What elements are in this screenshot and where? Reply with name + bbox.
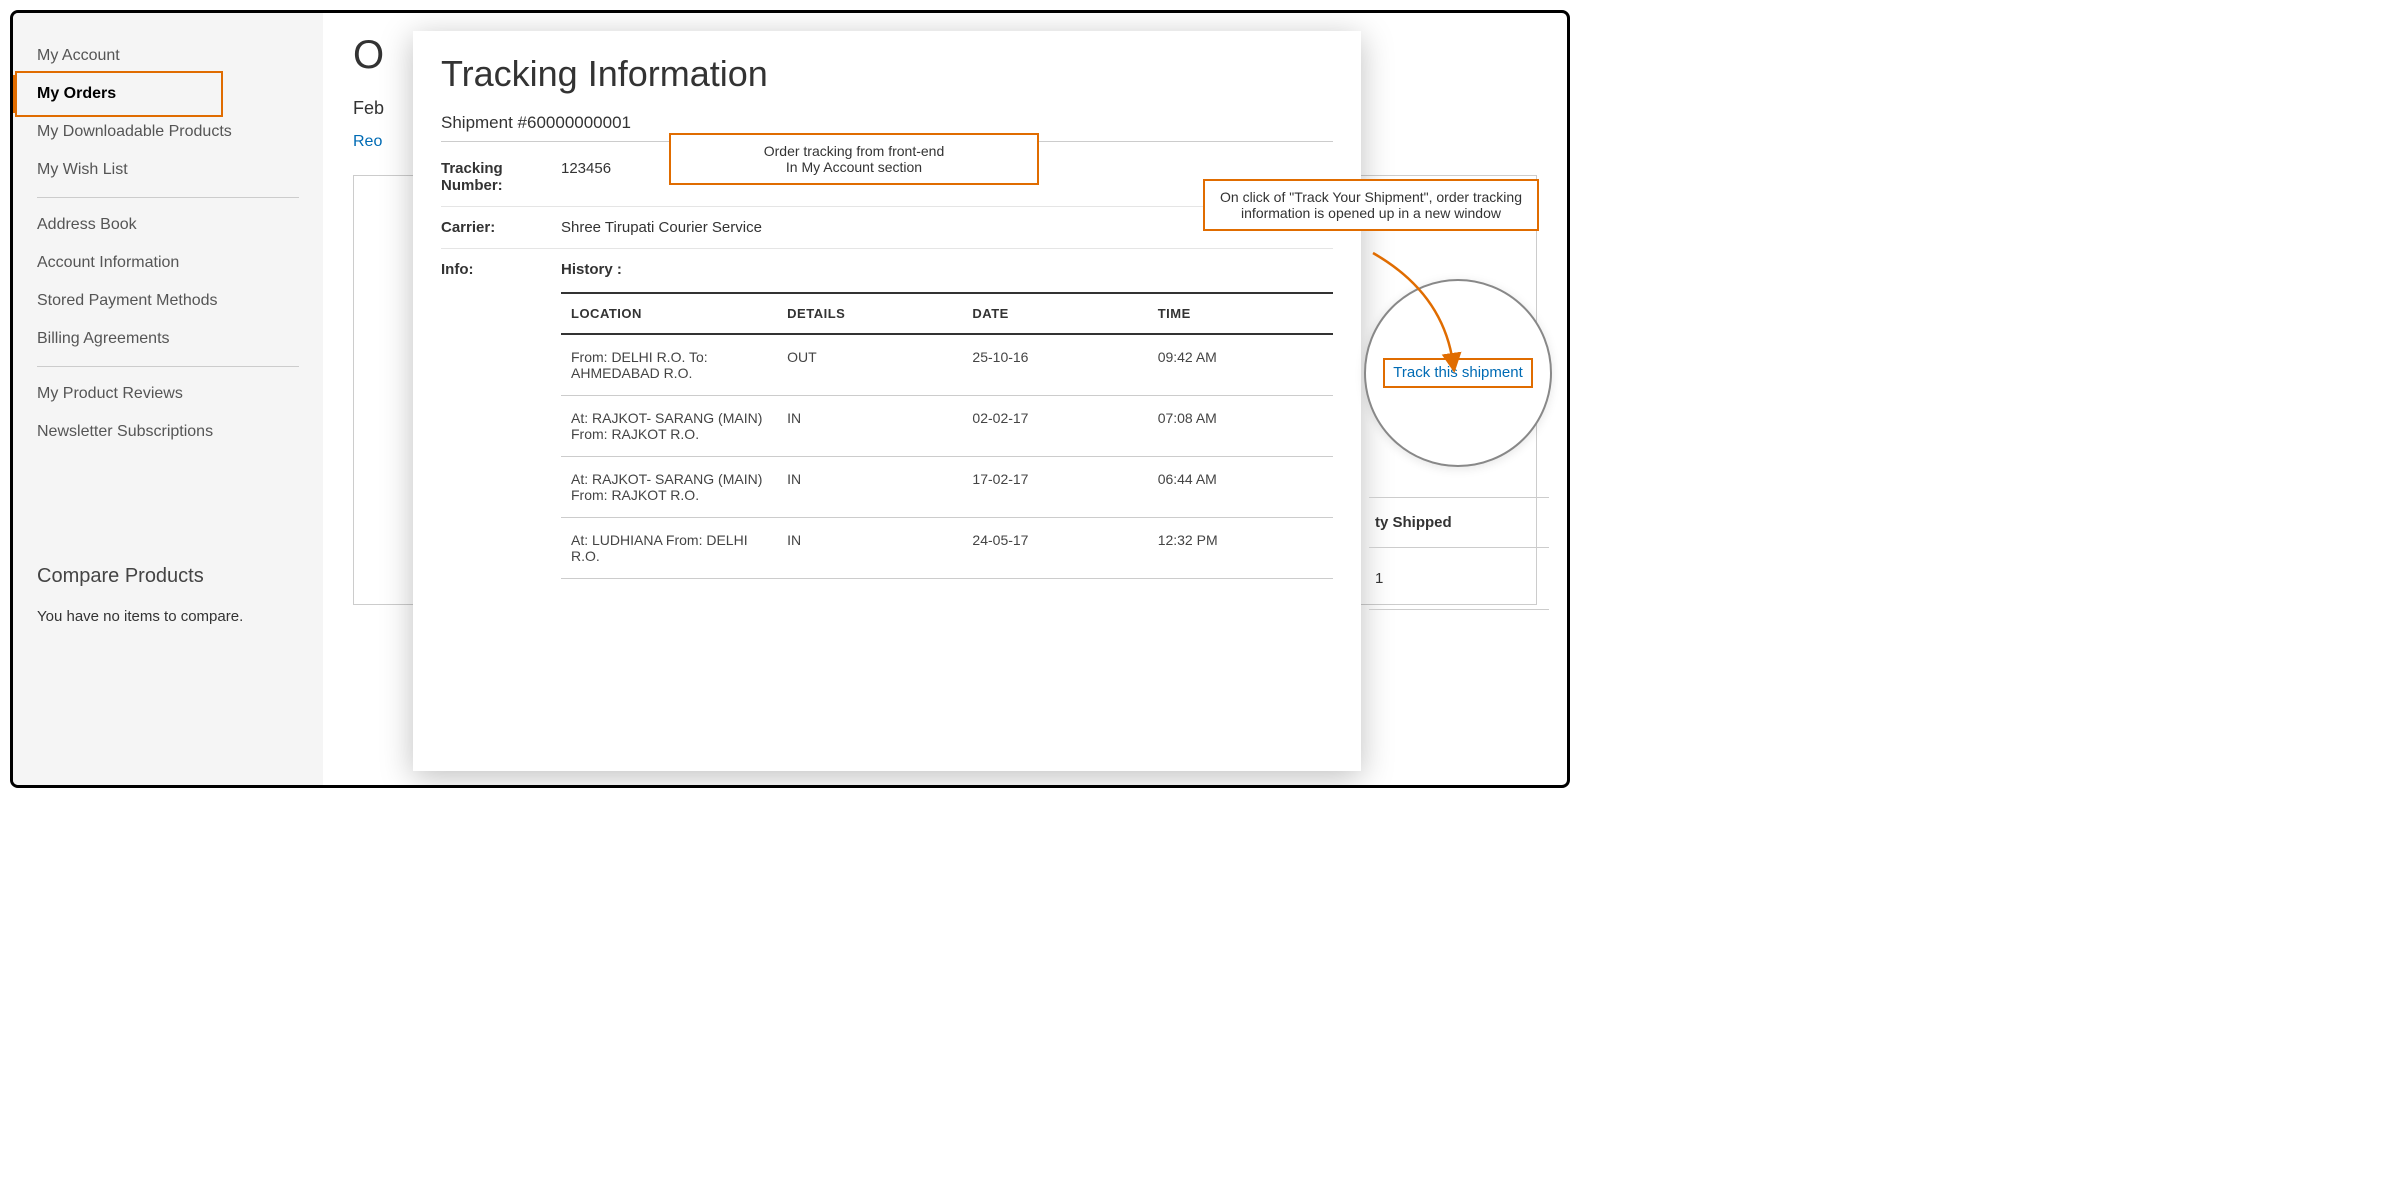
history-cell-date: 25-10-16 <box>962 334 1147 396</box>
track-shipment-highlight: Track this shipment <box>1383 358 1533 388</box>
history-col-location: LOCATION <box>561 293 777 334</box>
sidebar-item-account-info[interactable]: Account Information <box>13 244 323 282</box>
reorder-link-stub[interactable]: Reo <box>353 133 382 151</box>
qty-shipped-header-partial: ty Shipped <box>1369 497 1549 548</box>
callout-text: In My Account section <box>685 159 1023 175</box>
compare-products-empty: You have no items to compare. <box>37 608 299 625</box>
history-row: At: RAJKOT- SARANG (MAIN) From: RAJKOT R… <box>561 457 1333 518</box>
history-cell-location: At: RAJKOT- SARANG (MAIN) From: RAJKOT R… <box>561 457 777 518</box>
tracking-history-table: LOCATION DETAILS DATE TIME From: DELHI R… <box>561 292 1333 579</box>
history-cell-time: 12:32 PM <box>1148 518 1333 579</box>
history-cell-location: At: RAJKOT- SARANG (MAIN) From: RAJKOT R… <box>561 396 777 457</box>
sidebar-divider <box>37 197 299 198</box>
history-col-time: TIME <box>1148 293 1333 334</box>
sidebar-item-payment-methods[interactable]: Stored Payment Methods <box>13 282 323 320</box>
tracking-number-label: Tracking Number: <box>441 160 561 194</box>
tracking-modal-title: Tracking Information <box>441 53 1333 95</box>
history-cell-details: OUT <box>777 334 962 396</box>
sidebar-item-my-account[interactable]: My Account <box>13 37 323 75</box>
page-frame: My Account My Orders My Downloadable Pro… <box>10 10 1570 788</box>
carrier-label: Carrier: <box>441 219 561 236</box>
callout-text: Order tracking from front-end <box>685 143 1023 159</box>
zoom-highlight-circle: Track this shipment <box>1364 279 1552 467</box>
history-row: At: LUDHIANA From: DELHI R.O. IN 24-05-1… <box>561 518 1333 579</box>
compare-products-title: Compare Products <box>37 565 299 588</box>
history-col-date: DATE <box>962 293 1147 334</box>
info-label: Info: <box>441 261 561 278</box>
order-items-table-partial: ty Shipped 1 <box>1369 497 1549 610</box>
sidebar-item-billing-agreements[interactable]: Billing Agreements <box>13 320 323 358</box>
sidebar-item-address-book[interactable]: Address Book <box>13 206 323 244</box>
history-row: At: RAJKOT- SARANG (MAIN) From: RAJKOT R… <box>561 396 1333 457</box>
history-cell-details: IN <box>777 396 962 457</box>
callout-text: On click of "Track Your Shipment", order… <box>1220 189 1522 221</box>
history-cell-location: At: LUDHIANA From: DELHI R.O. <box>561 518 777 579</box>
history-cell-location: From: DELHI R.O. To: AHMEDABAD R.O. <box>561 334 777 396</box>
sidebar-item-newsletter[interactable]: Newsletter Subscriptions <box>13 413 323 451</box>
sidebar-item-product-reviews[interactable]: My Product Reviews <box>13 375 323 413</box>
annotation-callout-onclick: On click of "Track Your Shipment", order… <box>1203 179 1539 231</box>
account-sidebar: My Account My Orders My Downloadable Pro… <box>13 13 323 785</box>
history-cell-date: 24-05-17 <box>962 518 1147 579</box>
annotation-callout-frontend: Order tracking from front-end In My Acco… <box>669 133 1039 185</box>
history-cell-details: IN <box>777 518 962 579</box>
history-cell-date: 17-02-17 <box>962 457 1147 518</box>
history-cell-date: 02-02-17 <box>962 396 1147 457</box>
sidebar-item-wishlist[interactable]: My Wish List <box>13 151 323 189</box>
history-cell-details: IN <box>777 457 962 518</box>
history-label: History : <box>561 261 1333 278</box>
history-cell-time: 07:08 AM <box>1148 396 1333 457</box>
sidebar-item-my-orders[interactable]: My Orders <box>13 75 323 113</box>
qty-shipped-value: 1 <box>1369 548 1549 610</box>
history-col-details: DETAILS <box>777 293 962 334</box>
history-row: From: DELHI R.O. To: AHMEDABAD R.O. OUT … <box>561 334 1333 396</box>
track-shipment-link[interactable]: Track this shipment <box>1393 364 1523 381</box>
history-cell-time: 09:42 AM <box>1148 334 1333 396</box>
history-cell-time: 06:44 AM <box>1148 457 1333 518</box>
sidebar-item-downloadable[interactable]: My Downloadable Products <box>13 113 323 151</box>
sidebar-divider <box>37 366 299 367</box>
